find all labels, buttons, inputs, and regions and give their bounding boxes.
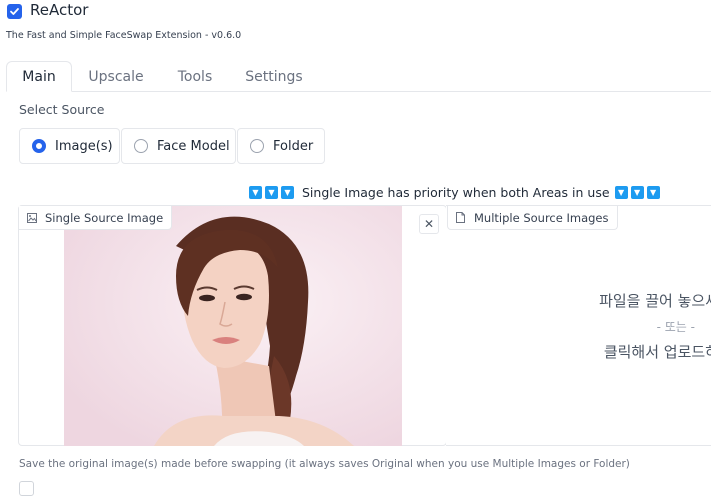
radio-dot-icon bbox=[134, 139, 148, 153]
radio-face-model-label: Face Model bbox=[157, 138, 230, 154]
radio-images[interactable]: Image(s) bbox=[19, 128, 120, 164]
radio-folder[interactable]: Folder bbox=[237, 128, 325, 164]
down-triangle-icon: ▼ bbox=[614, 186, 628, 199]
checkmark-icon bbox=[10, 8, 19, 15]
single-source-image-text: Single Source Image bbox=[45, 210, 164, 225]
multiple-source-images-label: Multiple Source Images bbox=[447, 206, 618, 230]
close-icon: ✕ bbox=[423, 217, 435, 231]
multiple-source-images-text: Multiple Source Images bbox=[474, 210, 609, 225]
radio-dot-icon bbox=[32, 139, 46, 153]
radio-images-label: Image(s) bbox=[55, 138, 113, 154]
drop-files-text: 파일을 끌어 놓으세 bbox=[599, 292, 711, 310]
radio-dot-icon bbox=[250, 139, 264, 153]
extension-title: ReActor bbox=[30, 1, 89, 19]
select-source-label: Select Source bbox=[19, 102, 105, 117]
portrait-illustration bbox=[64, 206, 402, 446]
tab-settings[interactable]: Settings bbox=[236, 61, 312, 92]
down-triangle-icon: ▼ bbox=[249, 186, 262, 199]
radio-face-model[interactable]: Face Model bbox=[121, 128, 236, 164]
down-triangle-icon: ▼ bbox=[281, 186, 294, 199]
down-triangle-icon: ▼ bbox=[646, 186, 660, 199]
drop-or-text: - 또는 - bbox=[656, 320, 695, 334]
save-original-checkbox[interactable] bbox=[19, 481, 34, 496]
image-icon bbox=[27, 212, 37, 223]
tab-upscale[interactable]: Upscale bbox=[80, 61, 152, 92]
single-source-image-label: Single Source Image bbox=[19, 206, 173, 230]
click-upload-text: 클릭해서 업로드하 bbox=[603, 343, 711, 361]
priority-note: ▼ ▼ ▼ Single Image has priority when bot… bbox=[249, 185, 663, 200]
down-triangle-icon: ▼ bbox=[265, 186, 278, 199]
save-original-note: Save the original image(s) made before s… bbox=[19, 458, 630, 470]
file-icon bbox=[456, 212, 465, 223]
single-source-label-wrap: Single Source Image bbox=[19, 206, 173, 230]
extension-subtitle: The Fast and Simple FaceSwap Extension -… bbox=[6, 30, 242, 41]
radio-folder-label: Folder bbox=[273, 138, 314, 154]
tab-main[interactable]: Main bbox=[6, 61, 72, 92]
source-face-image bbox=[64, 206, 402, 446]
tab-tools[interactable]: Tools bbox=[164, 61, 226, 92]
multiple-source-images-dropzone[interactable]: 파일을 끌어 놓으세 - 또는 - 클릭해서 업로드하 bbox=[446, 205, 711, 446]
clear-image-button[interactable]: ✕ bbox=[419, 214, 439, 234]
priority-note-text: Single Image has priority when both Area… bbox=[302, 185, 610, 200]
enable-checkbox[interactable] bbox=[7, 4, 22, 19]
multiple-source-label-wrap: Multiple Source Images bbox=[447, 206, 618, 230]
down-triangle-icon: ▼ bbox=[630, 186, 644, 199]
